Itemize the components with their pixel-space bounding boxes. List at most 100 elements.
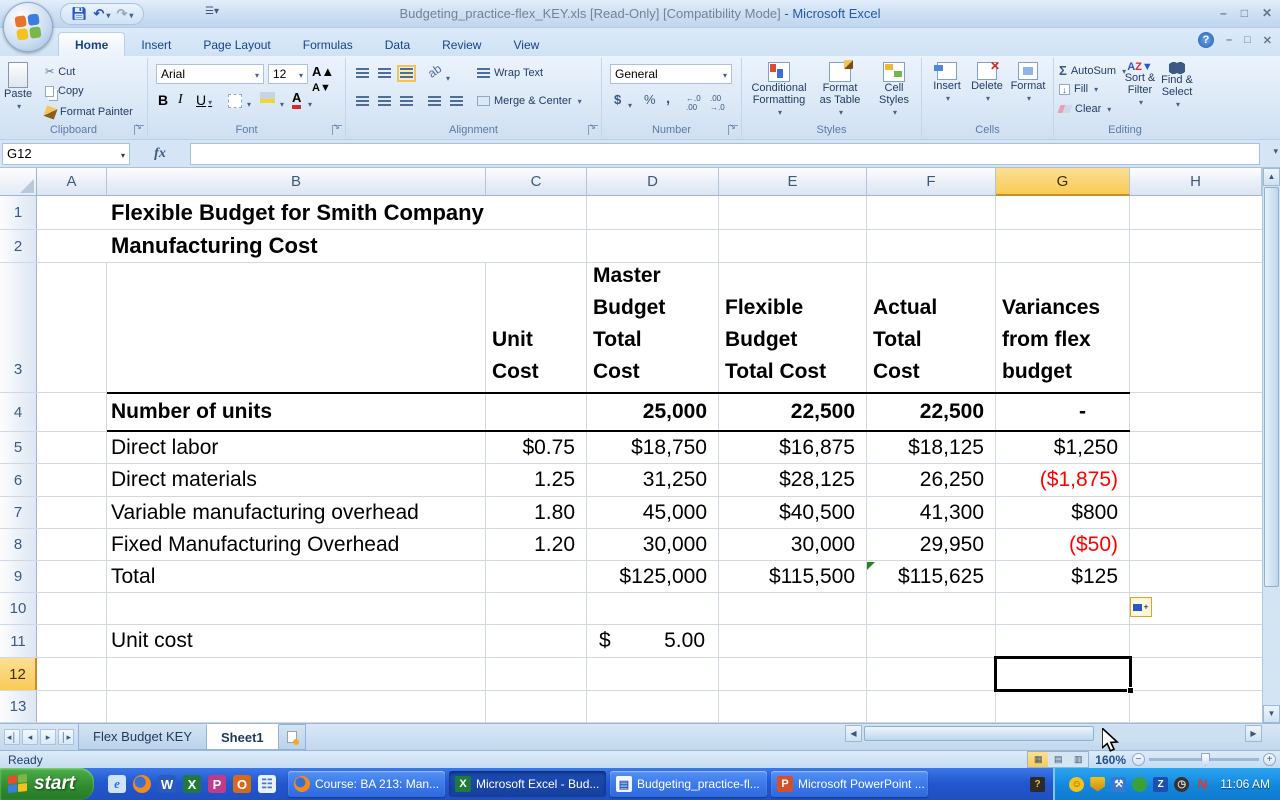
cell-c7[interactable]: 1.80 <box>486 497 587 528</box>
tab-home[interactable]: Home <box>58 32 126 56</box>
internet-explorer-icon[interactable]: e <box>108 775 126 793</box>
column-header-g[interactable]: G <box>996 168 1130 196</box>
sheet-tab-sheet1[interactable]: Sheet1 <box>206 724 279 750</box>
antivirus-tray-icon[interactable] <box>1132 776 1148 792</box>
cell-f4[interactable]: 22,500 <box>867 393 996 431</box>
format-as-table-button[interactable]: Format as Table <box>812 60 868 118</box>
row-header-2[interactable]: 2 <box>0 230 37 262</box>
cell-c3[interactable]: Unit Cost <box>486 263 587 392</box>
format-painter-button[interactable]: Format Painter <box>42 104 136 120</box>
conditional-formatting-button[interactable]: Conditional Formatting <box>748 62 810 118</box>
copy-button[interactable]: Copy <box>42 84 87 98</box>
insert-cells-button[interactable]: Insert <box>928 62 966 104</box>
row-header-11[interactable]: 11 <box>0 625 37 657</box>
orientation-icon[interactable]: ab <box>425 61 444 80</box>
cell-e3[interactable]: Flexible Budget Total Cost <box>719 263 867 392</box>
prev-sheet-button[interactable]: ◂ <box>22 729 38 745</box>
zoom-in-icon[interactable]: + <box>1263 753 1276 766</box>
font-name-select[interactable]: Arial <box>156 64 264 84</box>
cell-g6[interactable]: ($1,875) <box>996 464 1130 496</box>
shrink-font-icon[interactable]: A▼ <box>312 82 331 94</box>
cell-f5[interactable]: $18,125 <box>867 432 996 463</box>
cell-f6[interactable]: 26,250 <box>867 464 996 496</box>
borders-icon[interactable] <box>228 94 242 108</box>
taskbar-window-firefox[interactable]: Course: BA 213: Man... <box>288 771 445 797</box>
start-button[interactable]: start <box>0 768 94 800</box>
insert-worksheet-button[interactable] <box>277 724 306 750</box>
row-header-13[interactable]: 13 <box>0 691 37 722</box>
column-header-a[interactable]: A <box>37 168 107 196</box>
clock-app-tray-icon[interactable]: ◷ <box>1174 776 1190 792</box>
cut-button[interactable]: ✂ Cut <box>42 64 78 79</box>
decrease-decimal-icon[interactable]: .00 →.0 <box>710 94 725 112</box>
underline-button[interactable]: U <box>196 92 212 108</box>
cell-f9[interactable]: $115,625 <box>867 561 996 592</box>
normal-view-icon[interactable]: ▦ <box>1028 752 1049 767</box>
tab-formulas[interactable]: Formulas <box>287 33 369 56</box>
scroll-left-icon[interactable]: ◀ <box>845 725 862 742</box>
row-header-9[interactable]: 9 <box>0 561 37 592</box>
format-cells-button[interactable]: Format <box>1008 62 1048 104</box>
accounting-format-icon[interactable]: $ <box>614 92 621 107</box>
clipboard-dialog-launcher[interactable] <box>134 122 144 135</box>
cell-d11[interactable]: $ 5.00 <box>587 625 719 657</box>
increase-indent-icon[interactable] <box>450 96 463 107</box>
last-sheet-button[interactable]: │▸ <box>58 729 74 745</box>
cell-c5[interactable]: $0.75 <box>486 432 587 463</box>
cell-b4[interactable]: Number of units <box>107 393 486 431</box>
percent-style-icon[interactable]: % <box>644 92 656 107</box>
messenger-tray-icon[interactable]: ☺ <box>1069 776 1085 792</box>
help-icon[interactable]: ? <box>1198 32 1214 48</box>
z-app-tray-icon[interactable]: Z <box>1153 776 1169 792</box>
row-header-1[interactable]: 1 <box>0 196 37 229</box>
cell-f7[interactable]: 41,300 <box>867 497 996 528</box>
horizontal-scroll-thumb[interactable] <box>864 726 1094 741</box>
sort-filter-button[interactable]: AZ▼ Sort & Filter <box>1120 62 1160 108</box>
workbook-minimize-button[interactable]: – <box>1226 34 1232 46</box>
scroll-up-icon[interactable]: ▲ <box>1263 168 1280 186</box>
workbook-restore-button[interactable]: □ <box>1244 34 1251 46</box>
column-header-e[interactable]: E <box>719 168 867 196</box>
row-header-10[interactable]: 10 <box>0 593 37 624</box>
cell-g3[interactable]: Variances from flex budget <box>996 263 1130 392</box>
vertical-scrollbar[interactable]: ▲ ▼ <box>1262 168 1280 723</box>
next-sheet-button[interactable]: ▸ <box>40 729 56 745</box>
cell-c8[interactable]: 1.20 <box>486 529 587 560</box>
font-size-select[interactable]: 12 <box>268 64 308 84</box>
minimize-button[interactable]: – <box>1220 6 1227 20</box>
first-sheet-button[interactable]: ◂│ <box>4 729 20 745</box>
cell-f8[interactable]: 29,950 <box>867 529 996 560</box>
row-header-5[interactable]: 5 <box>0 432 37 463</box>
align-bottom-icon[interactable] <box>397 65 416 82</box>
cell-d5[interactable]: $18,750 <box>587 432 719 463</box>
align-right-icon[interactable] <box>400 96 413 107</box>
wrap-text-button[interactable]: Wrap Text <box>474 66 546 80</box>
grow-font-icon[interactable]: A▲ <box>312 64 334 79</box>
outlook-icon[interactable]: O <box>233 775 251 793</box>
zoom-level[interactable]: 160% <box>1095 753 1126 767</box>
formula-input[interactable] <box>190 142 1260 165</box>
cell-g9[interactable]: $125 <box>996 561 1130 592</box>
row-header-8[interactable]: 8 <box>0 529 37 560</box>
row-header-6[interactable]: 6 <box>0 464 37 496</box>
publisher-icon[interactable]: P <box>208 775 226 793</box>
zoom-slider-thumb[interactable] <box>1201 753 1210 766</box>
security-shield-tray-icon[interactable] <box>1090 776 1106 792</box>
help-tray-icon[interactable]: ? <box>1030 776 1045 792</box>
cell-d4[interactable]: 25,000 <box>587 393 719 431</box>
bold-button[interactable]: B <box>158 92 168 108</box>
align-left-icon[interactable] <box>356 96 369 107</box>
cell-e8[interactable]: 30,000 <box>719 529 867 560</box>
cell-styles-button[interactable]: Cell Styles <box>870 62 918 118</box>
row-header-3[interactable]: 3 <box>0 263 37 392</box>
comma-style-icon[interactable]: , <box>666 90 670 107</box>
cell-g8[interactable]: ($50) <box>996 529 1130 560</box>
smart-tag-icon[interactable]: + <box>1130 597 1152 617</box>
cell-d6[interactable]: 31,250 <box>587 464 719 496</box>
decrease-indent-icon[interactable] <box>428 96 441 107</box>
restore-button[interactable]: □ <box>1241 6 1248 20</box>
number-dialog-launcher[interactable] <box>728 122 738 135</box>
column-header-d[interactable]: D <box>587 168 719 196</box>
column-header-f[interactable]: F <box>867 168 996 196</box>
alignment-dialog-launcher[interactable] <box>588 122 598 135</box>
